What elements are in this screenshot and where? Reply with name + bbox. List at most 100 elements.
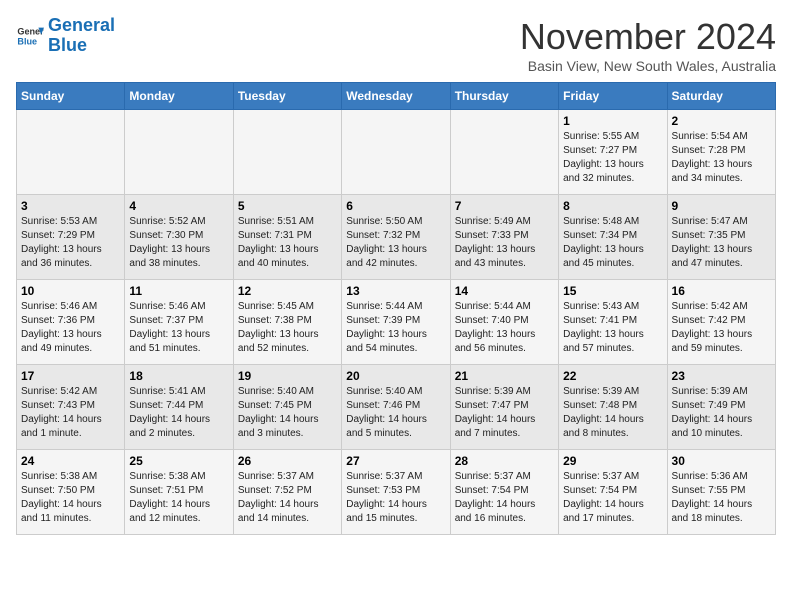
month-title: November 2024 (520, 16, 776, 58)
day-number: 23 (672, 369, 771, 383)
day-info: Sunrise: 5:37 AM Sunset: 7:54 PM Dayligh… (563, 470, 662, 526)
calendar-cell: 1 Sunrise: 5:55 AM Sunset: 7:27 PM Daylig… (559, 110, 667, 195)
day-info: Sunrise: 5:47 AM Sunset: 7:35 PM Dayligh… (672, 215, 771, 271)
day-number: 15 (563, 284, 662, 298)
calendar-cell: 10 Sunrise: 5:46 AM Sunset: 7:36 PM Dayli… (17, 280, 125, 365)
day-number: 21 (455, 369, 554, 383)
day-number: 17 (21, 369, 120, 383)
calendar-cell: 22 Sunrise: 5:39 AM Sunset: 7:48 PM Dayli… (559, 365, 667, 450)
calendar-cell: 25 Sunrise: 5:38 AM Sunset: 7:51 PM Dayli… (125, 450, 233, 535)
svg-text:Blue: Blue (17, 36, 37, 46)
calendar-cell: 24Sunrise: 5:38 AM Sunset: 7:50 PM Dayli… (17, 450, 125, 535)
day-info: Sunrise: 5:49 AM Sunset: 7:33 PM Dayligh… (455, 215, 554, 271)
day-info: Sunrise: 5:39 AM Sunset: 7:49 PM Dayligh… (672, 385, 771, 441)
calendar-cell: 7Sunrise: 5:49 AM Sunset: 7:33 PM Daylig… (450, 195, 558, 280)
column-header-friday: Friday (559, 83, 667, 110)
calendar-cell: 5Sunrise: 5:51 AM Sunset: 7:31 PM Daylig… (233, 195, 341, 280)
calendar-cell: 29 Sunrise: 5:37 AM Sunset: 7:54 PM Dayli… (559, 450, 667, 535)
day-number: 3 (21, 199, 120, 213)
calendar-cell: 12Sunrise: 5:45 AM Sunset: 7:38 PM Dayli… (233, 280, 341, 365)
day-info: Sunrise: 5:42 AM Sunset: 7:43 PM Dayligh… (21, 385, 120, 441)
day-info: Sunrise: 5:41 AM Sunset: 7:44 PM Dayligh… (129, 385, 228, 441)
day-number: 28 (455, 454, 554, 468)
calendar-cell: 6 Sunrise: 5:50 AM Sunset: 7:32 PM Daylig… (342, 195, 450, 280)
day-info: Sunrise: 5:46 AM Sunset: 7:37 PM Dayligh… (129, 300, 228, 356)
calendar-cell: 23 Sunrise: 5:39 AM Sunset: 7:49 PM Dayli… (667, 365, 775, 450)
calendar-header-row: SundayMondayTuesdayWednesdayThursdayFrid… (17, 83, 776, 110)
column-header-sunday: Sunday (17, 83, 125, 110)
day-number: 10 (21, 284, 120, 298)
calendar-cell: 9 Sunrise: 5:47 AM Sunset: 7:35 PM Daylig… (667, 195, 775, 280)
day-info: Sunrise: 5:46 AM Sunset: 7:36 PM Dayligh… (21, 300, 120, 356)
calendar-cell: 14 Sunrise: 5:44 AM Sunset: 7:40 PM Dayli… (450, 280, 558, 365)
day-number: 4 (129, 199, 228, 213)
day-number: 20 (346, 369, 445, 383)
page-header: General Blue GeneralBlue November 2024 B… (16, 16, 776, 74)
day-number: 19 (238, 369, 337, 383)
day-number: 9 (672, 199, 771, 213)
day-number: 30 (672, 454, 771, 468)
calendar-cell: 17 Sunrise: 5:42 AM Sunset: 7:43 PM Dayli… (17, 365, 125, 450)
day-info: Sunrise: 5:40 AM Sunset: 7:46 PM Dayligh… (346, 385, 445, 441)
day-info: Sunrise: 5:44 AM Sunset: 7:40 PM Dayligh… (455, 300, 554, 356)
day-number: 13 (346, 284, 445, 298)
day-info: Sunrise: 5:50 AM Sunset: 7:32 PM Dayligh… (346, 215, 445, 271)
logo-text: GeneralBlue (48, 16, 115, 56)
day-number: 26 (238, 454, 337, 468)
calendar-cell (342, 110, 450, 195)
day-number: 11 (129, 284, 228, 298)
day-number: 1 (563, 114, 662, 128)
calendar-cell (233, 110, 341, 195)
calendar-cell: 19 Sunrise: 5:40 AM Sunset: 7:45 PM Dayli… (233, 365, 341, 450)
logo-icon: General Blue (16, 22, 44, 50)
day-number: 22 (563, 369, 662, 383)
day-number: 6 (346, 199, 445, 213)
calendar-cell: 21 Sunrise: 5:39 AM Sunset: 7:47 PM Dayli… (450, 365, 558, 450)
column-header-monday: Monday (125, 83, 233, 110)
title-section: November 2024 Basin View, New South Wale… (520, 16, 776, 74)
day-number: 18 (129, 369, 228, 383)
day-info: Sunrise: 5:37 AM Sunset: 7:52 PM Dayligh… (238, 470, 337, 526)
day-number: 29 (563, 454, 662, 468)
calendar-cell: 28 Sunrise: 5:37 AM Sunset: 7:54 PM Dayli… (450, 450, 558, 535)
logo: General Blue GeneralBlue (16, 16, 115, 56)
day-info: Sunrise: 5:54 AM Sunset: 7:28 PM Dayligh… (672, 130, 771, 186)
calendar-table: SundayMondayTuesdayWednesdayThursdayFrid… (16, 82, 776, 535)
day-info: Sunrise: 5:48 AM Sunset: 7:34 PM Dayligh… (563, 215, 662, 271)
calendar-cell: 18 Sunrise: 5:41 AM Sunset: 7:44 PM Dayli… (125, 365, 233, 450)
calendar-week-row: 1 Sunrise: 5:55 AM Sunset: 7:27 PM Daylig… (17, 110, 776, 195)
day-number: 16 (672, 284, 771, 298)
calendar-cell (17, 110, 125, 195)
day-info: Sunrise: 5:38 AM Sunset: 7:51 PM Dayligh… (129, 470, 228, 526)
column-header-wednesday: Wednesday (342, 83, 450, 110)
calendar-cell: 3Sunrise: 5:53 AM Sunset: 7:29 PM Daylig… (17, 195, 125, 280)
day-info: Sunrise: 5:37 AM Sunset: 7:54 PM Dayligh… (455, 470, 554, 526)
calendar-week-row: 24Sunrise: 5:38 AM Sunset: 7:50 PM Dayli… (17, 450, 776, 535)
day-number: 27 (346, 454, 445, 468)
day-info: Sunrise: 5:55 AM Sunset: 7:27 PM Dayligh… (563, 130, 662, 186)
calendar-cell: 2Sunrise: 5:54 AM Sunset: 7:28 PM Daylig… (667, 110, 775, 195)
calendar-cell (450, 110, 558, 195)
day-info: Sunrise: 5:39 AM Sunset: 7:48 PM Dayligh… (563, 385, 662, 441)
day-info: Sunrise: 5:44 AM Sunset: 7:39 PM Dayligh… (346, 300, 445, 356)
calendar-cell: 20 Sunrise: 5:40 AM Sunset: 7:46 PM Dayli… (342, 365, 450, 450)
day-info: Sunrise: 5:51 AM Sunset: 7:31 PM Dayligh… (238, 215, 337, 271)
location: Basin View, New South Wales, Australia (520, 58, 776, 74)
calendar-cell: 15 Sunrise: 5:43 AM Sunset: 7:41 PM Dayli… (559, 280, 667, 365)
day-info: Sunrise: 5:38 AM Sunset: 7:50 PM Dayligh… (21, 470, 120, 526)
day-info: Sunrise: 5:43 AM Sunset: 7:41 PM Dayligh… (563, 300, 662, 356)
calendar-cell: 30Sunrise: 5:36 AM Sunset: 7:55 PM Dayli… (667, 450, 775, 535)
day-info: Sunrise: 5:39 AM Sunset: 7:47 PM Dayligh… (455, 385, 554, 441)
day-number: 12 (238, 284, 337, 298)
day-number: 14 (455, 284, 554, 298)
calendar-cell: 13 Sunrise: 5:44 AM Sunset: 7:39 PM Dayli… (342, 280, 450, 365)
day-info: Sunrise: 5:40 AM Sunset: 7:45 PM Dayligh… (238, 385, 337, 441)
day-info: Sunrise: 5:42 AM Sunset: 7:42 PM Dayligh… (672, 300, 771, 356)
day-number: 25 (129, 454, 228, 468)
calendar-cell: 16 Sunrise: 5:42 AM Sunset: 7:42 PM Dayli… (667, 280, 775, 365)
day-number: 8 (563, 199, 662, 213)
calendar-cell: 8 Sunrise: 5:48 AM Sunset: 7:34 PM Daylig… (559, 195, 667, 280)
day-info: Sunrise: 5:37 AM Sunset: 7:53 PM Dayligh… (346, 470, 445, 526)
calendar-cell: 26 Sunrise: 5:37 AM Sunset: 7:52 PM Dayli… (233, 450, 341, 535)
day-info: Sunrise: 5:52 AM Sunset: 7:30 PM Dayligh… (129, 215, 228, 271)
